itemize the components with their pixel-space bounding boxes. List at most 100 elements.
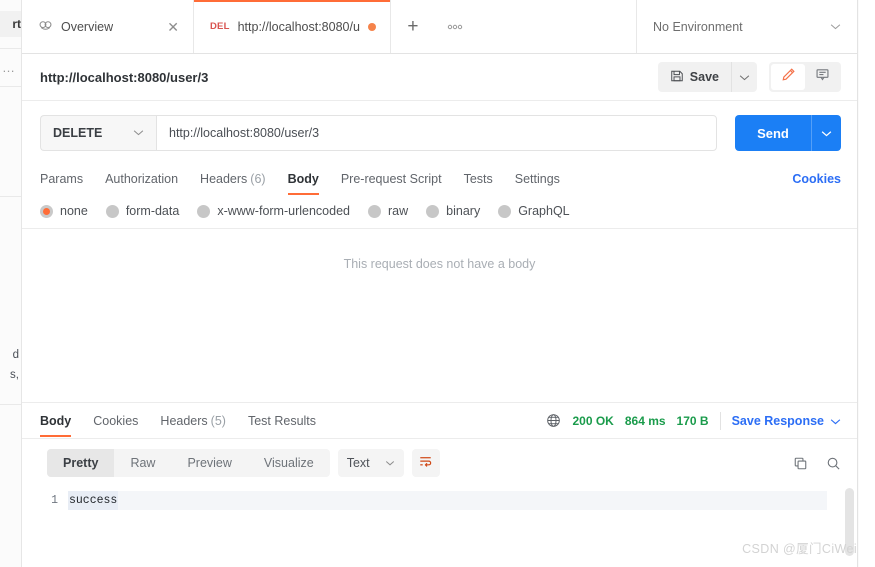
radio-icon (40, 204, 53, 218)
comment-request-button[interactable] (805, 64, 839, 90)
tab-authorization[interactable]: Authorization (105, 163, 178, 195)
tab-delete-request[interactable]: DEL http://localhost:8080/u (194, 0, 391, 53)
save-response-label: Save Response (731, 413, 824, 428)
word-wrap-icon (418, 454, 433, 473)
body-type-graphql[interactable]: GraphQL (498, 204, 570, 218)
chevron-down-icon (133, 127, 144, 139)
response-tab-cookies[interactable]: Cookies (93, 405, 138, 437)
sidebar-text-fragment-1: d (12, 349, 19, 361)
send-button[interactable]: Send (735, 115, 811, 151)
radio-icon (498, 204, 512, 218)
method-label: DELETE (53, 126, 103, 140)
tab-headers[interactable]: Headers (6) (200, 163, 266, 195)
postman-window: rt … d s, Overview ✕ DEL http://localhos… (0, 0, 875, 567)
url-input[interactable] (156, 115, 717, 151)
tab-request-label: http://localhost:8080/u (237, 19, 360, 34)
response-tab-headers[interactable]: Headers (5) (160, 405, 226, 437)
chevron-down-icon (830, 414, 841, 428)
radio-icon (426, 204, 440, 218)
status-badge: 200 OK (572, 413, 614, 428)
body-type-urlencoded[interactable]: x-www-form-urlencoded (197, 204, 350, 218)
chevron-down-icon (385, 458, 395, 469)
sidebar-divider-2 (0, 86, 21, 87)
globe-icon[interactable] (546, 413, 561, 428)
response-format-selector[interactable]: Text (337, 449, 404, 477)
sidebar-divider-1 (0, 48, 21, 49)
sidebar-ellipsis-icon[interactable]: … (2, 60, 16, 75)
save-response-button[interactable]: Save Response (732, 414, 841, 428)
body-type-raw[interactable]: raw (368, 204, 408, 218)
tab-tests-label: Tests (463, 172, 493, 186)
tab-pre-request-script-label: Pre-request Script (340, 172, 442, 186)
tabbar-spacer (474, 0, 637, 53)
method-selector[interactable]: DELETE (40, 115, 156, 151)
tab-settings-label: Settings (514, 172, 560, 186)
response-body-toolbar: Pretty Raw Preview Visualize Text (22, 439, 857, 486)
response-tab-body-label: Body (40, 413, 72, 428)
search-icon[interactable] (826, 456, 841, 471)
cookies-link[interactable]: Cookies (792, 172, 841, 186)
request-name-header: http://localhost:8080/user/3 Save (22, 54, 857, 101)
radio-icon (105, 204, 119, 218)
code-line: 1 success (22, 491, 857, 510)
response-toolbar-actions (793, 456, 841, 471)
body-type-raw-label: raw (388, 204, 409, 218)
tab-body[interactable]: Body (287, 163, 320, 195)
empty-body-message: This request does not have a body (343, 257, 536, 271)
sidebar-tab-fragment[interactable]: rt (0, 11, 21, 37)
save-button-group: Save (657, 62, 757, 92)
body-type-form-data-label: form-data (125, 204, 180, 218)
save-button[interactable]: Save (658, 62, 731, 92)
view-preview[interactable]: Preview (171, 449, 247, 477)
response-tab-test-results[interactable]: Test Results (248, 405, 316, 437)
sidebar-text-fragment-2: s, (10, 369, 19, 381)
body-type-binary-label: binary (446, 204, 481, 218)
tab-headers-count: (6) (250, 172, 266, 186)
tab-settings[interactable]: Settings (515, 163, 560, 195)
tab-options-icon[interactable] (434, 0, 475, 53)
environment-value: No Environment (653, 19, 743, 34)
view-raw[interactable]: Raw (114, 449, 171, 477)
body-type-form-data[interactable]: form-data (105, 204, 180, 218)
edit-request-button[interactable] (771, 64, 805, 90)
response-view-switcher: Pretty Raw Preview Visualize (47, 449, 330, 477)
send-dropdown-button[interactable] (811, 115, 841, 151)
new-tab-button[interactable]: + (390, 0, 435, 53)
copy-icon[interactable] (793, 456, 808, 471)
chevron-down-icon (830, 21, 841, 33)
save-button-label: Save (689, 70, 719, 84)
right-gutter (859, 0, 875, 567)
body-type-binary[interactable]: binary (426, 204, 480, 218)
view-pretty[interactable]: Pretty (47, 449, 115, 477)
response-tab-cookies-label: Cookies (93, 413, 139, 428)
page-title: http://localhost:8080/user/3 (40, 69, 209, 85)
meta-divider (719, 411, 721, 430)
close-icon[interactable]: ✕ (159, 20, 179, 34)
response-scrollbar[interactable] (845, 488, 854, 556)
selection-fill (118, 491, 827, 510)
environment-selector[interactable]: No Environment (637, 0, 857, 53)
tab-tests[interactable]: Tests (464, 163, 493, 195)
view-visualize[interactable]: Visualize (248, 449, 330, 477)
main-panel: Overview ✕ DEL http://localhost:8080/u +… (22, 0, 858, 567)
request-body-empty-state: This request does not have a body (22, 229, 857, 403)
body-type-none[interactable]: none (40, 204, 88, 218)
tab-params[interactable]: Params (40, 163, 83, 195)
response-section-tabs: Body Cookies Headers (5) Test Results 20… (22, 403, 857, 439)
save-dropdown-button[interactable] (731, 62, 757, 92)
body-type-graphql-label: GraphQL (518, 204, 570, 218)
body-type-none-label: none (60, 204, 88, 218)
sidebar-divider-3 (0, 196, 21, 197)
tab-pre-request-script[interactable]: Pre-request Script (341, 163, 442, 195)
radio-icon (368, 204, 381, 218)
response-body-code[interactable]: 1 success (22, 486, 857, 562)
unsaved-dot-icon (367, 22, 376, 31)
tab-overview[interactable]: Overview ✕ (22, 0, 194, 53)
word-wrap-button[interactable] (411, 449, 440, 477)
tab-authorization-label: Authorization (105, 172, 179, 186)
response-tab-body[interactable]: Body (40, 405, 72, 437)
request-section-tabs: Params Authorization Headers (6) Body Pr… (22, 163, 857, 195)
pencil-icon (781, 67, 796, 87)
url-row: DELETE Send (22, 101, 857, 163)
response-tab-headers-label: Headers (160, 413, 208, 428)
